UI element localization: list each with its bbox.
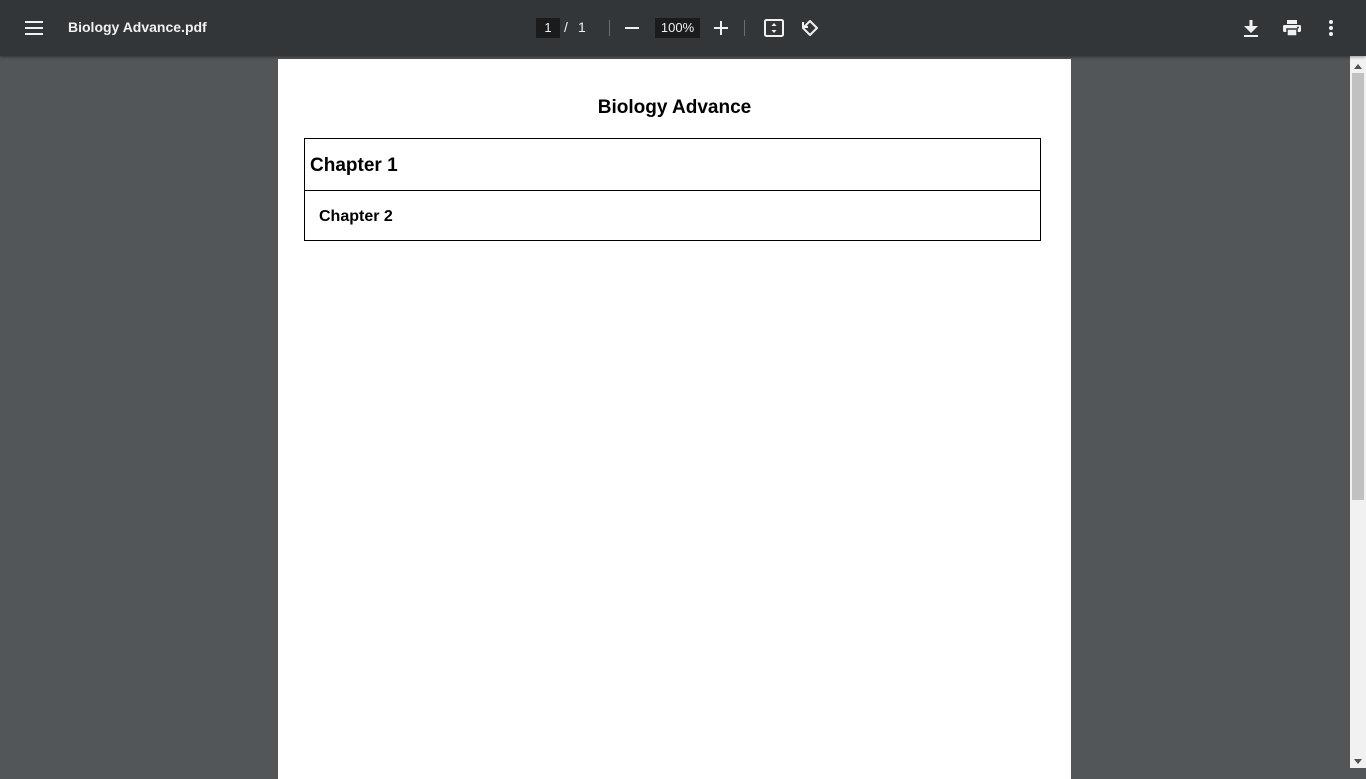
download-icon: [1244, 19, 1258, 37]
scroll-down-button[interactable]: [1350, 751, 1366, 768]
vertical-scrollbar[interactable]: [1350, 56, 1366, 768]
fit-to-page-icon: [764, 19, 784, 37]
rotate-counterclockwise-icon: [800, 18, 820, 38]
table-row: Chapter 2: [305, 191, 1040, 240]
zoom-in-button[interactable]: [705, 12, 737, 44]
scroll-up-button[interactable]: [1350, 56, 1366, 73]
plus-icon: [714, 21, 728, 35]
menu-button[interactable]: [18, 12, 50, 44]
table-row: Chapter 1: [305, 139, 1040, 191]
page-number-input[interactable]: 1: [536, 18, 560, 38]
fit-to-page-button[interactable]: [758, 12, 790, 44]
triangle-up-icon: [1354, 56, 1362, 74]
pdf-page: Biology Advance Chapter 1 Chapter 2: [278, 59, 1071, 779]
document-title: Biology Advance.pdf: [68, 19, 207, 35]
toolbar-divider: [744, 20, 745, 36]
pdf-toolbar: Biology Advance.pdf 1 / 1 100%: [0, 0, 1366, 56]
page-total: 1: [578, 19, 586, 35]
scrollbar-thumb[interactable]: [1352, 73, 1364, 500]
rotate-button[interactable]: [794, 12, 826, 44]
menu-icon: [25, 21, 43, 35]
more-vertical-icon: [1329, 20, 1333, 36]
page-separator: /: [564, 19, 568, 35]
chapter-label: Chapter 2: [319, 208, 393, 225]
download-button[interactable]: [1235, 12, 1267, 44]
zoom-out-button[interactable]: [616, 12, 648, 44]
minus-icon: [625, 21, 639, 35]
pdf-viewer: Biology Advance Chapter 1 Chapter 2: [0, 56, 1350, 779]
chapter-table: Chapter 1 Chapter 2: [304, 138, 1041, 241]
triangle-down-icon: [1354, 751, 1362, 769]
print-button[interactable]: [1276, 12, 1308, 44]
more-actions-button[interactable]: [1315, 12, 1347, 44]
toolbar-divider: [609, 20, 610, 36]
print-icon: [1283, 20, 1301, 36]
document-heading: Biology Advance: [597, 97, 752, 118]
chapter-label: Chapter 1: [310, 155, 398, 176]
zoom-level-input[interactable]: 100%: [655, 18, 700, 38]
